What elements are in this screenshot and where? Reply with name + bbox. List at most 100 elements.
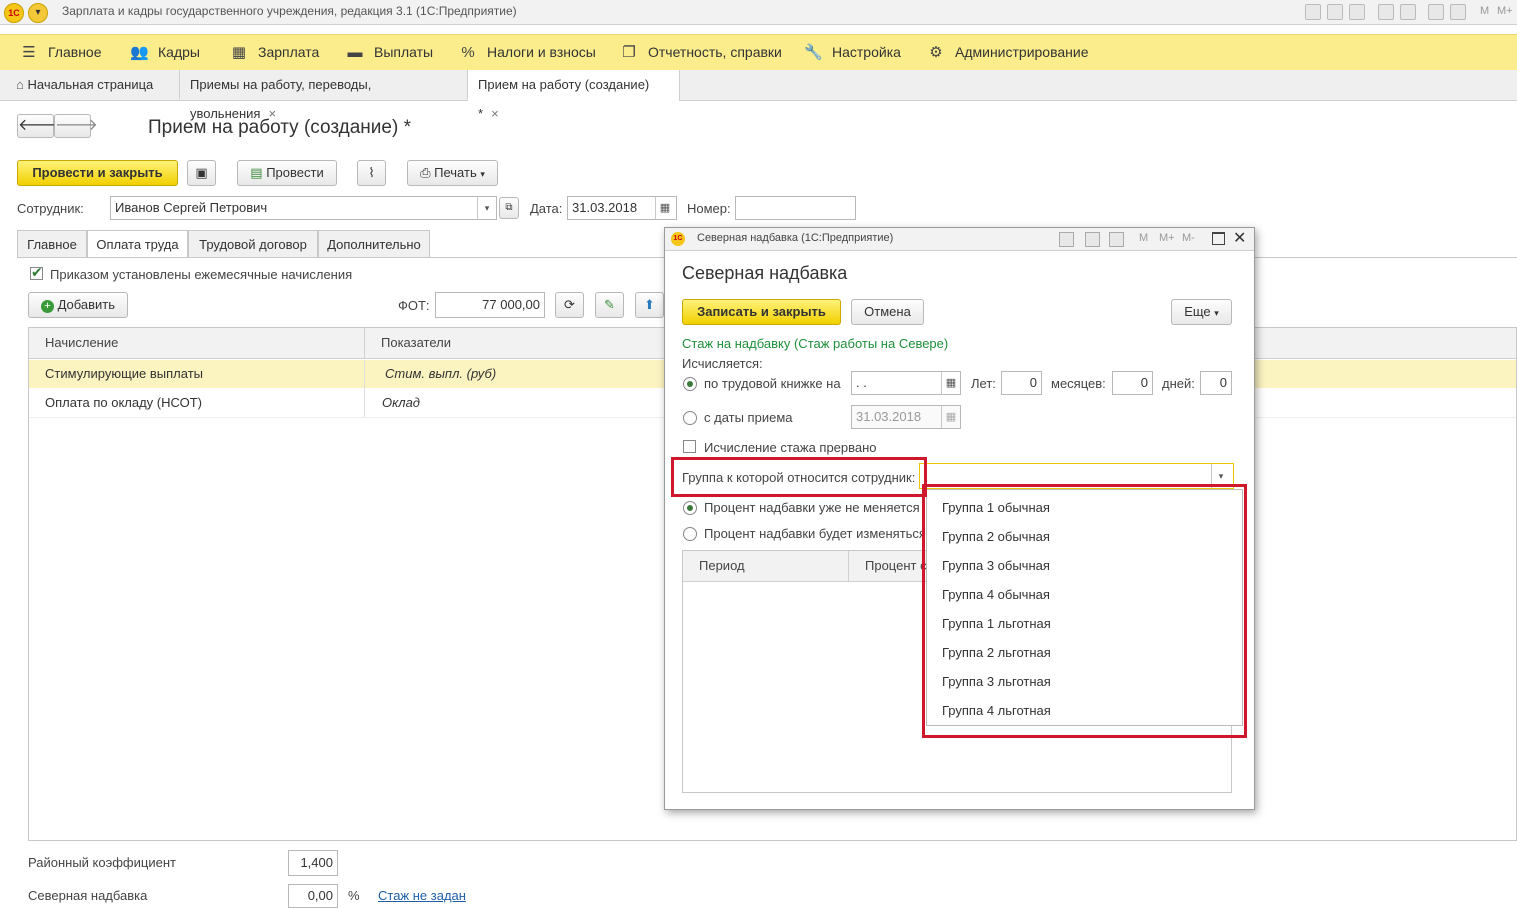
radio-by-workbook-label: по трудовой книжке на xyxy=(704,376,841,391)
cancel-button[interactable]: Отмена xyxy=(851,299,924,325)
percent-sign: % xyxy=(348,888,360,903)
add-button[interactable]: + Добавить xyxy=(28,292,128,318)
number-label: Номер: xyxy=(687,201,731,216)
employee-input[interactable]: Иванов Сергей Петрович xyxy=(110,196,497,220)
app-logo-icon: 1С xyxy=(671,232,685,246)
dropdown-option[interactable]: Группа 2 льготная xyxy=(942,645,1051,660)
memory-plus-button[interactable]: M+ xyxy=(1159,232,1175,244)
report-icon: ❐ xyxy=(622,44,636,61)
table-cell-indicator: Оклад xyxy=(382,395,420,410)
calendar-icon[interactable] xyxy=(1109,232,1124,247)
menu-item-hr[interactable]: 👥 Кадры xyxy=(130,35,200,70)
menu-item-admin[interactable]: ⚙ Администрирование xyxy=(927,35,1088,70)
number-input[interactable] xyxy=(735,196,856,220)
monthly-accruals-checkbox[interactable]: ✔ xyxy=(30,264,43,280)
chevron-down-icon: ▾ xyxy=(480,169,485,179)
menu-item-salary[interactable]: ▦ Зарплата xyxy=(230,35,319,70)
north-bonus-input[interactable]: 0,00 xyxy=(288,884,338,908)
dropdown-option[interactable]: Группа 1 льготная xyxy=(942,616,1051,631)
upload-icon[interactable] xyxy=(1378,4,1394,20)
post-button[interactable]: ▤ Провести xyxy=(237,160,337,186)
tab-main[interactable]: Главное xyxy=(17,230,87,258)
days-input[interactable]: 0 xyxy=(1200,371,1232,395)
refresh-icon[interactable]: ⟳ xyxy=(555,292,584,318)
dropdown-option[interactable]: Группа 4 льготная xyxy=(942,703,1051,718)
close-icon[interactable]: ✕ xyxy=(1233,228,1246,248)
north-stage-link[interactable]: Стаж не задан xyxy=(378,888,466,903)
column-header-accrual[interactable]: Начисление xyxy=(29,328,365,359)
radio-pct-change-label: Процент надбавки будет изменяться xyxy=(704,526,926,541)
open-employee-icon[interactable]: ⧉ xyxy=(499,197,519,219)
tab-hiring-create[interactable]: Прием на работу (создание) * × xyxy=(468,70,680,121)
save-and-close-button[interactable]: Записать и закрыть xyxy=(682,299,841,325)
menu-item-settings[interactable]: 🔧 Настройка xyxy=(804,35,901,70)
memory-minus-button[interactable]: M- xyxy=(1182,232,1195,244)
months-label: месяцев: xyxy=(1051,376,1106,391)
monthly-accruals-label: Приказом установлены ежемесячные начисле… xyxy=(50,267,353,282)
post-icon: ▤ xyxy=(250,165,263,180)
forward-button[interactable]: 🡒 xyxy=(54,114,98,138)
dropdown-option[interactable]: Группа 3 обычная xyxy=(942,558,1050,573)
months-input[interactable]: 0 xyxy=(1112,371,1153,395)
calendar-icon[interactable]: ▦ xyxy=(941,372,960,394)
document-icon[interactable] xyxy=(1400,4,1416,20)
tab-hirings-list[interactable]: Приемы на работу, переводы, увольнения × xyxy=(180,70,468,121)
calculator-icon[interactable] xyxy=(1085,232,1100,247)
save-icon[interactable] xyxy=(1305,4,1321,20)
group-select[interactable] xyxy=(919,463,1234,489)
maximize-icon[interactable] xyxy=(1212,232,1225,245)
save-icon[interactable]: ▣ xyxy=(187,160,216,186)
group-dropdown-list xyxy=(926,489,1243,726)
attach-icon[interactable]: ⌇ xyxy=(357,160,386,186)
dropdown-option[interactable]: Группа 4 обычная xyxy=(942,587,1050,602)
column-header-period[interactable]: Период xyxy=(683,551,849,582)
radio-pct-change[interactable] xyxy=(683,527,697,541)
interrupted-checkbox[interactable] xyxy=(683,440,696,453)
employee-dropdown-icon[interactable]: ▾ xyxy=(477,197,496,219)
calendar-icon[interactable]: ▦ xyxy=(655,197,674,219)
district-coef-input[interactable]: 1,400 xyxy=(288,850,338,876)
dropdown-option[interactable]: Группа 2 обычная xyxy=(942,529,1050,544)
back-button[interactable]: 🡐 xyxy=(17,114,61,138)
post-and-close-button[interactable]: Провести и закрыть xyxy=(17,160,178,186)
dropdown-option[interactable]: Группа 1 обычная xyxy=(942,500,1050,515)
tab-home[interactable]: ⌂ Начальная страница xyxy=(6,70,180,99)
radio-pct-fixed[interactable] xyxy=(683,501,697,515)
window-title-bar: 1С ▾ Зарплата и кадры государственного у… xyxy=(0,0,1517,25)
interrupted-label: Исчисление стажа прервано xyxy=(704,440,877,455)
calculator-icon[interactable] xyxy=(1428,4,1444,20)
calendar-icon[interactable] xyxy=(1450,4,1466,20)
years-input[interactable]: 0 xyxy=(1001,371,1042,395)
years-label: Лет: xyxy=(971,376,996,391)
radio-from-hire-date-label: с даты приема xyxy=(704,410,793,425)
memory-m-button[interactable]: M xyxy=(1139,232,1148,244)
more-button[interactable]: Еще ▾ xyxy=(1171,299,1232,325)
table-cell-indicator: Стим. выпл. (руб) xyxy=(385,366,497,381)
menu-item-payments[interactable]: ▬ Выплаты xyxy=(346,35,434,70)
page-title: Прием на работу (создание) * xyxy=(148,117,411,138)
memory-plus-button[interactable]: M+ xyxy=(1497,5,1513,17)
move-up-icon[interactable]: ⬆ xyxy=(635,292,664,318)
print-icon[interactable] xyxy=(1327,4,1343,20)
radio-by-workbook[interactable] xyxy=(683,377,697,391)
print-icon[interactable] xyxy=(1059,232,1074,247)
menu-item-reports[interactable]: ❐ Отчетность, справки xyxy=(620,35,782,70)
menu-item-main[interactable]: ☰ Главное xyxy=(20,35,101,70)
printer-icon: ⎙ xyxy=(420,165,431,180)
print-button[interactable]: ⎙ Печать ▾ xyxy=(407,160,498,186)
edit-icon[interactable]: ✎ xyxy=(595,292,624,318)
tab-payment[interactable]: Оплата труда xyxy=(87,230,188,258)
group-dropdown-icon[interactable]: ▾ xyxy=(1211,464,1230,488)
tab-additional[interactable]: Дополнительно xyxy=(318,230,430,258)
table-cell-accrual: Оплата по окладу (НСОТ) xyxy=(45,395,202,410)
dropdown-option[interactable]: Группа 3 льготная xyxy=(942,674,1051,689)
preview-icon[interactable] xyxy=(1349,4,1365,20)
dialog-title-bar: 1С Северная надбавка (1С:Предприятие) M … xyxy=(665,228,1254,251)
app-menu-icon[interactable]: ▾ xyxy=(28,3,48,23)
tab-contract[interactable]: Трудовой договор xyxy=(188,230,318,258)
memory-m-button[interactable]: M xyxy=(1480,5,1489,17)
menu-item-taxes[interactable]: % Налоги и взносы xyxy=(459,35,596,70)
close-tab-icon[interactable]: × xyxy=(491,106,499,121)
stage-link[interactable]: Стаж на надбавку (Стаж работы на Севере) xyxy=(682,336,948,351)
radio-from-hire-date[interactable] xyxy=(683,411,697,425)
